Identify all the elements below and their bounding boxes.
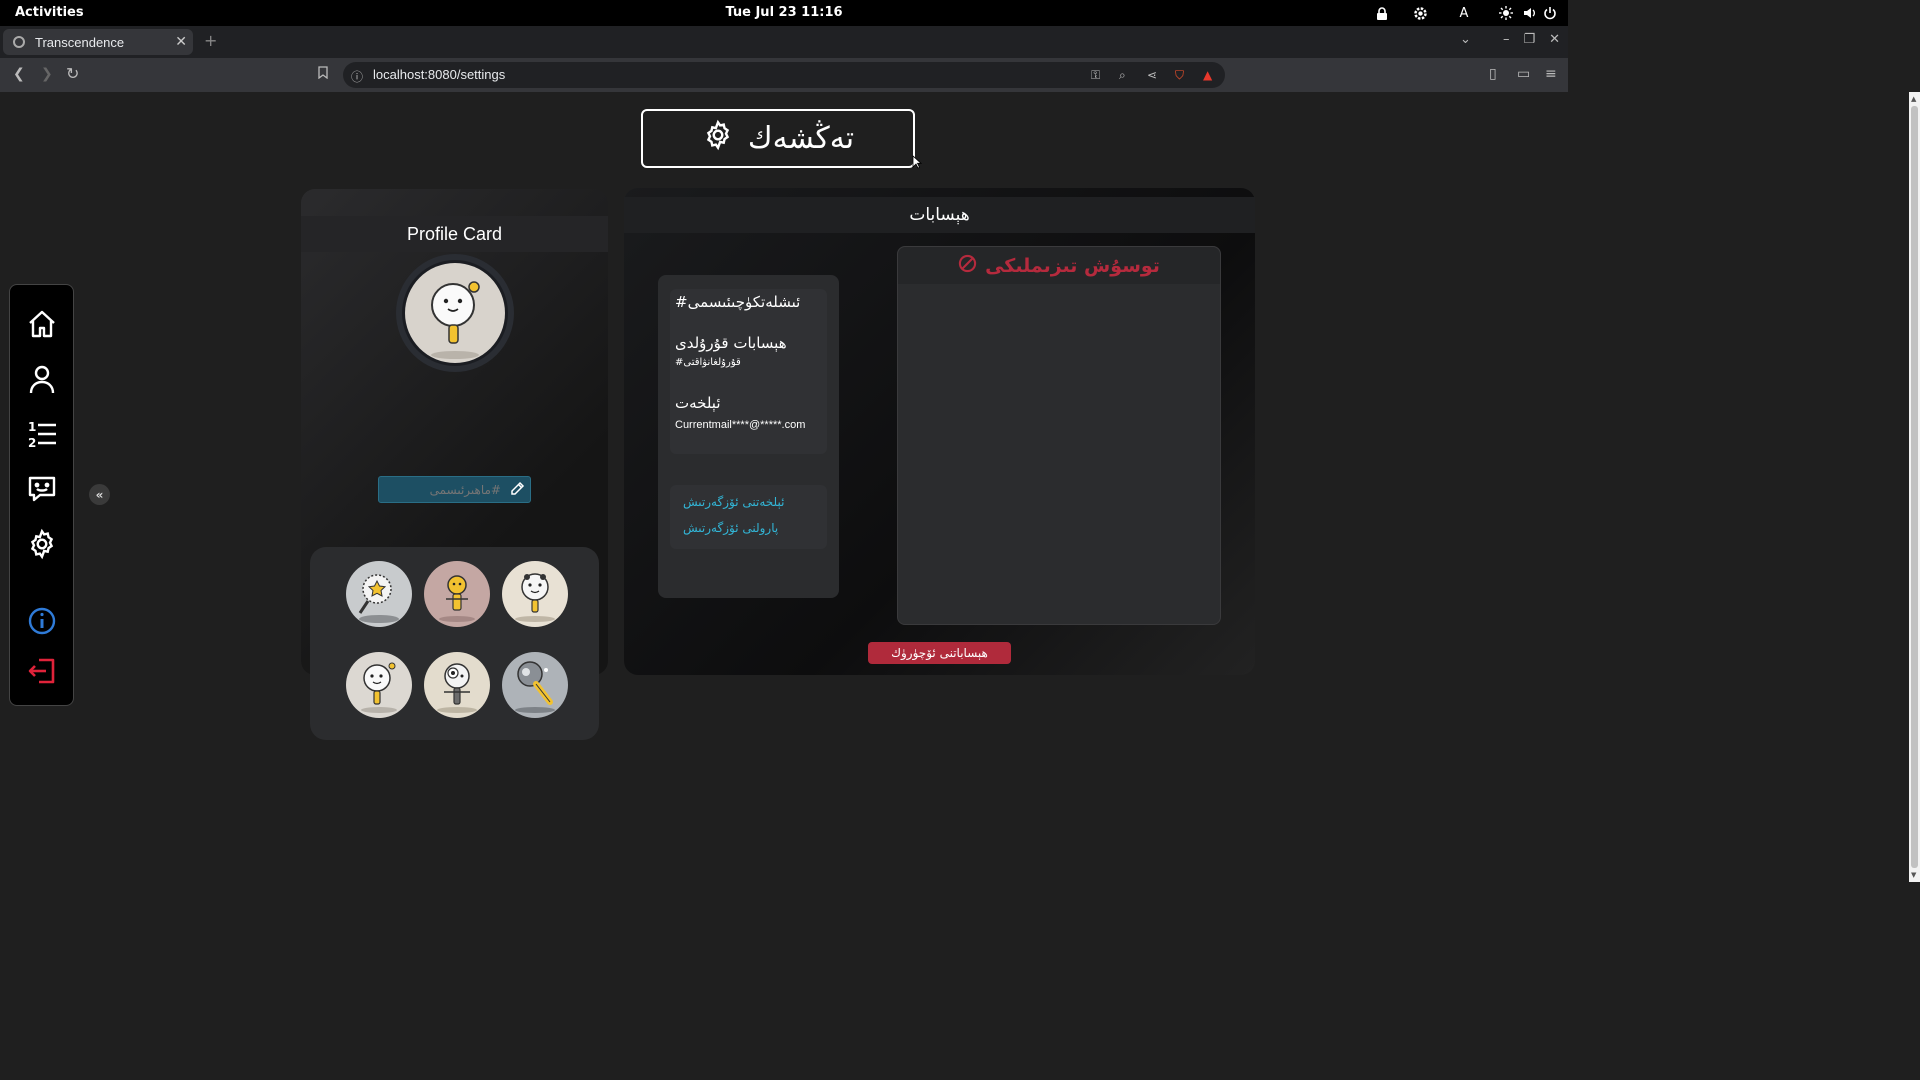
avatar-option[interactable]: [346, 652, 412, 718]
account-created-label: ھېسابات قۇرۇلدى: [675, 334, 787, 352]
page-scrollbar[interactable]: ▲ ▼: [1909, 92, 1920, 882]
account-panel: ھېسابات #ئىشلەتكۈچىئىسمى ھېسابات قۇرۇلدى…: [624, 188, 1255, 675]
scrollbar-thumb[interactable]: [1911, 106, 1918, 868]
profile-card-heading: Profile Card: [301, 216, 608, 252]
settings-gear-icon[interactable]: [26, 528, 58, 560]
system-tray[interactable]: A: [1368, 0, 1560, 26]
home-icon[interactable]: [26, 308, 58, 340]
back-icon[interactable]: ❮: [13, 66, 25, 82]
avatar-option[interactable]: [346, 561, 412, 627]
page-title: تەڭشەك: [747, 121, 855, 156]
info-icon[interactable]: [26, 605, 58, 637]
page-title-box: تەڭشەك: [641, 109, 915, 168]
close-window-icon[interactable]: ✕: [1549, 32, 1560, 47]
tab-favicon-icon: [13, 36, 25, 48]
email-value: Currentmail****@*****.com: [675, 419, 806, 431]
lock-icon[interactable]: [1368, 0, 1396, 26]
account-info-box: #ئىشلەتكۈچىئىسمى ھېسابات قۇرۇلدى #قۇرۇلغ…: [658, 275, 839, 598]
wallet-icon[interactable]: ▭: [1517, 66, 1530, 82]
email-label: ئېلخەت: [675, 394, 721, 412]
url-text[interactable]: localhost:8080/settings: [373, 67, 505, 82]
brave-rewards-icon[interactable]: ▲: [1203, 68, 1212, 82]
account-actions: ئېلخەتنى ئۆزگەرتىش پارولنى ئۆزگەرتىش: [670, 485, 827, 549]
bookmark-icon[interactable]: [318, 66, 328, 83]
avatar-option[interactable]: [424, 561, 490, 627]
reload-icon[interactable]: ↻: [66, 64, 79, 83]
tab-close-icon[interactable]: ✕: [175, 33, 187, 50]
side-navigation: 12: [9, 284, 74, 706]
sidebar-toggle-icon[interactable]: ▯: [1489, 66, 1497, 82]
account-created-value: #قۇرۇلغانۋاقتى: [675, 357, 741, 368]
svg-text:2: 2: [28, 436, 36, 450]
maximize-icon[interactable]: ❐: [1523, 32, 1535, 47]
scroll-up-icon[interactable]: ▲: [1911, 95, 1916, 103]
blocked-list-box: توسۇش تىزىملىكى: [897, 246, 1221, 625]
zoom-icon[interactable]: ⌕: [1119, 68, 1126, 83]
browser-toolbar: ❮ ❯ ↻ ⓘ localhost:8080/settings ⚿ ⌕ ⋖ ⛉ …: [0, 58, 1568, 92]
profile-card: Profile Card: [301, 189, 608, 740]
minimize-icon[interactable]: –: [1503, 32, 1510, 47]
nickname-field[interactable]: [378, 476, 531, 503]
user-icon[interactable]: [26, 363, 58, 395]
change-email-link[interactable]: ئېلخەتنى ئۆزگەرتىش: [683, 495, 784, 509]
avatar-picker: [310, 547, 599, 740]
window-controls: ⌄ – ❐ ✕: [1460, 32, 1560, 47]
page-content: تەڭشەك 12 « Profile Card #ماھىرئىسمى ھېس…: [0, 92, 1557, 882]
power-icon[interactable]: [1540, 0, 1560, 26]
site-info-icon[interactable]: ⓘ: [351, 68, 363, 85]
svg-text:1: 1: [28, 420, 36, 434]
account-heading: ھېسابات: [624, 197, 1255, 233]
settings-icon[interactable]: [1406, 0, 1434, 26]
address-bar[interactable]: ⓘ localhost:8080/settings ⚿ ⌕ ⋖ ⛉ ▲: [343, 62, 1225, 88]
brightness-icon[interactable]: [1492, 0, 1520, 26]
avatar-image: [405, 263, 505, 363]
browser-tab-bar: Transcendence ✕ + ⌄ – ❐ ✕: [0, 26, 1568, 58]
blocked-list-heading: توسۇش تىزىملىكى: [898, 247, 1220, 284]
mouse-cursor: [912, 154, 923, 173]
share-icon[interactable]: ⋖: [1147, 68, 1157, 82]
browser-tab[interactable]: Transcendence ✕: [3, 29, 193, 55]
brave-shield-icon[interactable]: ⛉: [1175, 68, 1184, 83]
account-details: #ئىشلەتكۈچىئىسمى ھېسابات قۇرۇلدى #قۇرۇلغ…: [670, 289, 827, 454]
system-top-bar: Activities Tue Jul 23 11:16 A: [0, 0, 1568, 26]
volume-icon[interactable]: [1520, 0, 1540, 26]
new-tab-icon[interactable]: +: [204, 31, 217, 50]
pencil-icon[interactable]: [509, 481, 525, 497]
block-icon: [958, 254, 977, 278]
gear-icon: [702, 119, 734, 159]
scroll-down-icon[interactable]: ▼: [1911, 871, 1916, 879]
avatar-option[interactable]: [424, 652, 490, 718]
forward-icon[interactable]: ❯: [41, 66, 53, 82]
avatar-option[interactable]: [502, 652, 568, 718]
blocked-list-title: توسۇش تىزىملىكى: [985, 254, 1160, 277]
logout-icon[interactable]: [26, 655, 58, 687]
collapse-sidebar-button[interactable]: «: [89, 484, 110, 505]
avatar: [396, 254, 514, 372]
delete-account-button[interactable]: ھېساباتنى ئۆچۈرۈك: [868, 642, 1011, 664]
keyboard-layout-indicator[interactable]: A: [1450, 0, 1478, 26]
system-clock[interactable]: Tue Jul 23 11:16: [0, 5, 1568, 20]
tab-list-icon[interactable]: ⌄: [1460, 32, 1471, 47]
nickname-input[interactable]: [379, 477, 509, 502]
tab-title: Transcendence: [35, 34, 125, 50]
menu-icon[interactable]: ≡: [1545, 66, 1557, 82]
leaderboard-icon[interactable]: 12: [26, 418, 58, 450]
change-password-link[interactable]: پارولنى ئۆزگەرتىش: [683, 521, 778, 535]
chat-icon[interactable]: [26, 473, 58, 505]
username-value: #ئىشلەتكۈچىئىسمى: [675, 293, 801, 311]
key-icon[interactable]: ⚿: [1091, 68, 1100, 83]
avatar-option[interactable]: [502, 561, 568, 627]
